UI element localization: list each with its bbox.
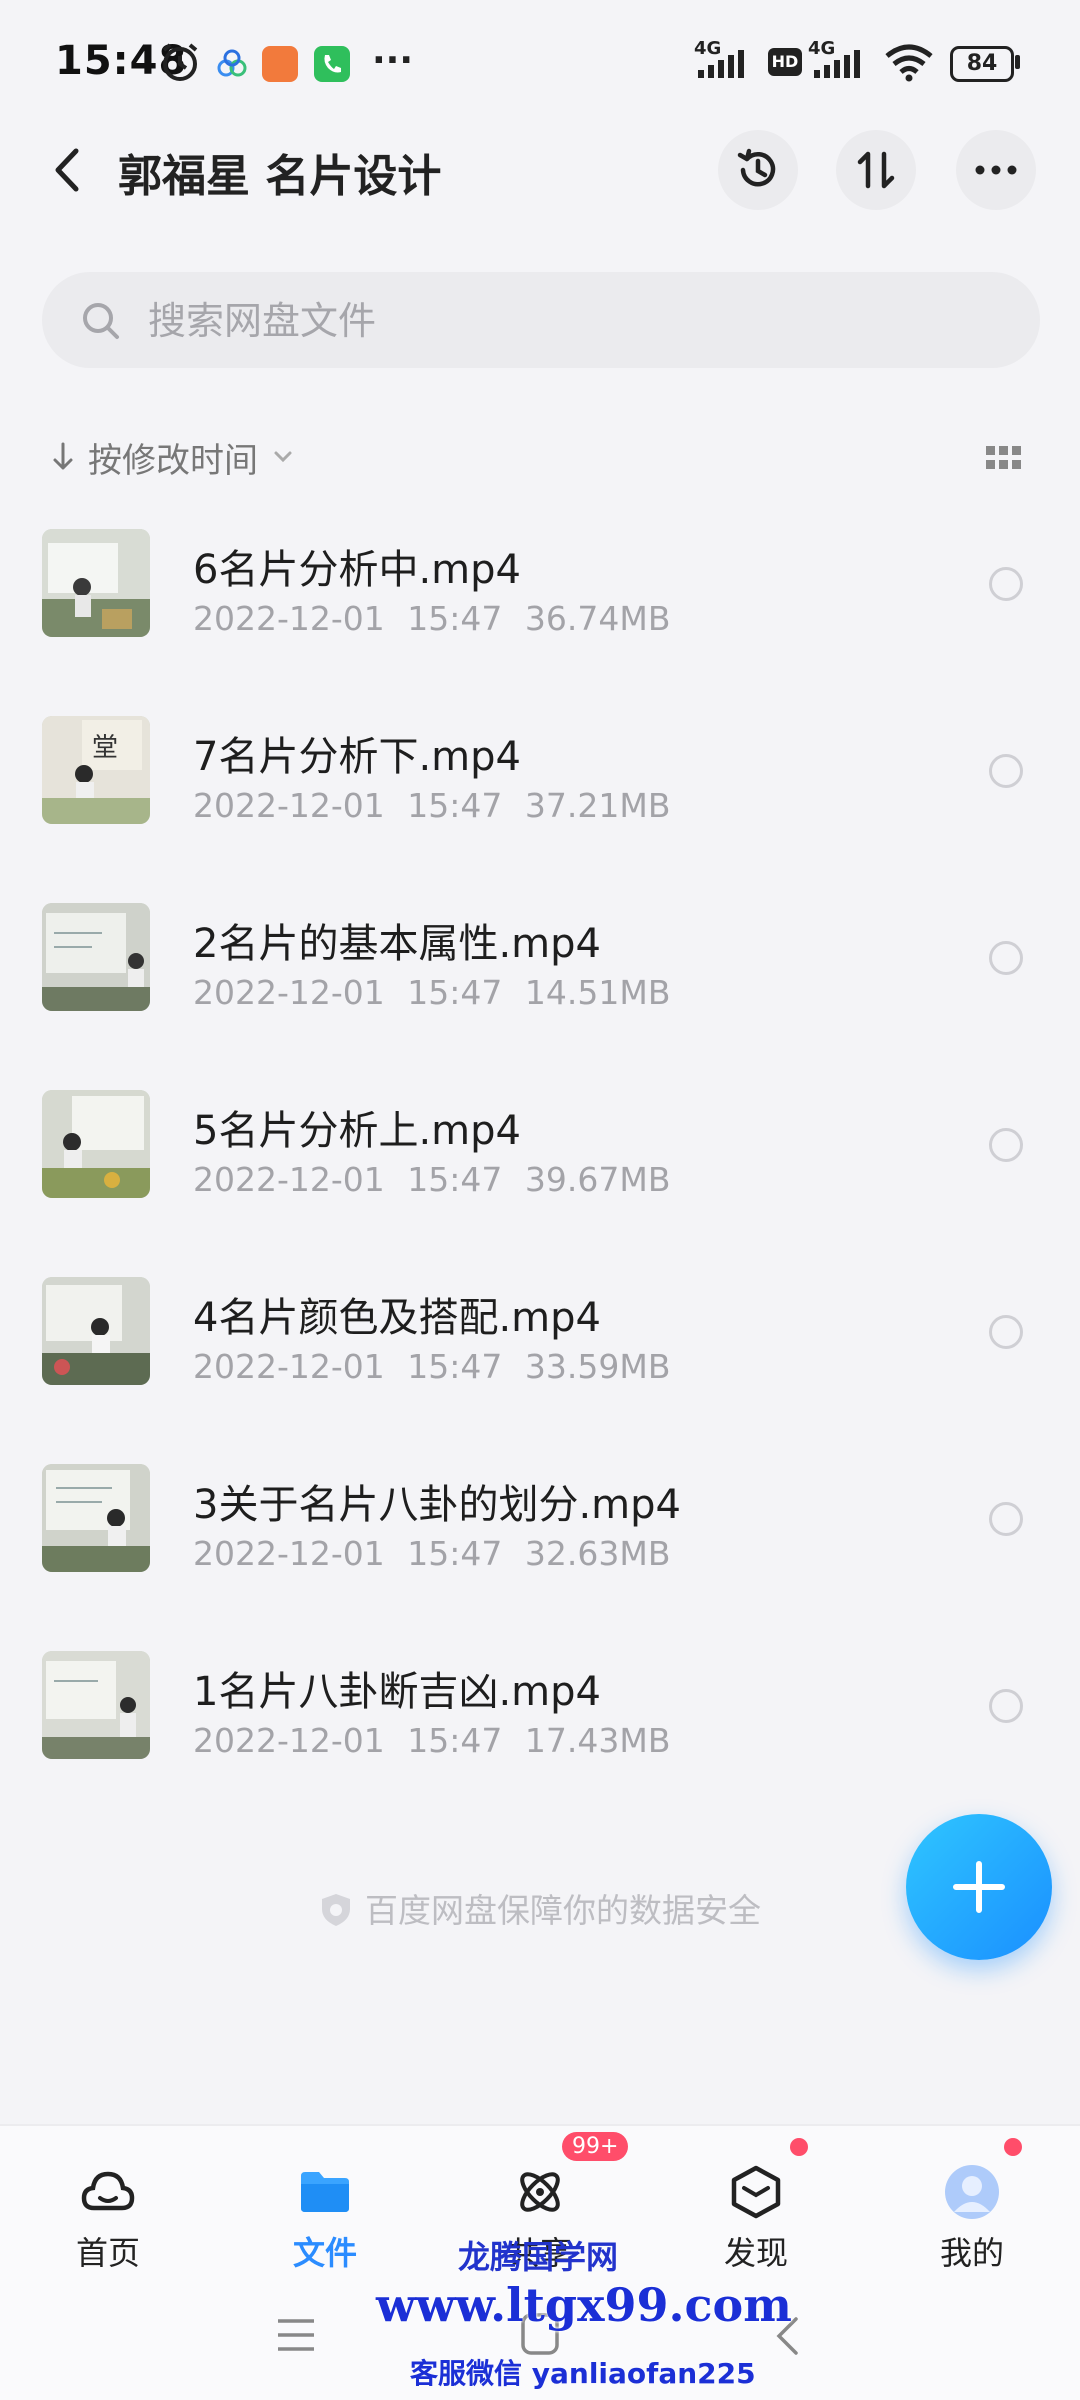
video-thumbnail [42,529,150,637]
video-thumbnail [42,1651,150,1759]
battery-indicator: 84 [950,46,1014,82]
signal2-icon [814,50,860,78]
hd-badge: HD [768,48,802,76]
search-icon [83,303,119,339]
nav-mine[interactable]: 我的 [902,2126,1042,2274]
file-meta: 2022-12-01 15:47 33.59MB [193,1347,671,1386]
file-name: 6名片分析中.mp4 [193,547,521,593]
sort-label: 按修改时间 [88,440,258,481]
cloud-home-icon [81,2171,135,2211]
file-row[interactable]: 1名片八卦断吉凶.mp4 2022-12-01 15:47 17.43MB [0,1629,1080,1816]
history-button[interactable] [718,130,798,210]
file-meta: 2022-12-01 15:47 32.63MB [193,1534,671,1573]
file-name: 1名片八卦断吉凶.mp4 [193,1669,601,1715]
wifi-icon [885,44,933,82]
video-thumbnail [42,1090,150,1198]
history-icon [737,148,776,187]
watermark-line2: www.ltgx99.com [376,2278,792,2332]
file-row[interactable]: 5名片分析上.mp4 2022-12-01 15:47 39.67MB [0,1068,1080,1255]
shield-icon [322,1894,350,1926]
video-thumbnail [42,1277,150,1385]
battery-tip [1015,55,1020,69]
chevron-down-icon [274,451,292,463]
file-row[interactable]: 2名片的基本属性.mp4 2022-12-01 15:47 14.51MB [0,881,1080,1068]
mine-dot [1004,2138,1022,2156]
status-bar: 15:48 ··· 4G HD 4G 84 [0,0,1080,120]
transfer-button[interactable] [836,130,916,210]
folder-icon [301,2172,349,2212]
file-name: 4名片颜色及搭配.mp4 [193,1295,601,1341]
file-name: 7名片分析下.mp4 [193,734,521,780]
sort-selector[interactable]: 按修改时间 [52,432,294,482]
page-title: 郭福星 名片设计 [118,151,442,202]
watermark-line1: 龙腾国学网 [458,2238,619,2276]
signal1-icon [698,50,744,78]
file-name: 2名片的基本属性.mp4 [193,921,601,967]
back-button[interactable] [48,145,88,195]
search-input[interactable] [146,272,1010,370]
nav-files[interactable]: 文件 [255,2126,395,2274]
cloud-app-icon [217,49,247,77]
more-notifications-icon: ··· [372,40,414,81]
video-thumbnail [42,1464,150,1572]
file-name: 5名片分析上.mp4 [193,1108,521,1154]
select-radio[interactable] [989,1315,1023,1349]
discover-dot [790,2138,808,2156]
file-meta: 2022-12-01 15:47 39.67MB [193,1160,671,1199]
file-meta: 2022-12-01 15:47 17.43MB [193,1721,671,1760]
file-row[interactable]: 4名片颜色及搭配.mp4 2022-12-01 15:47 33.59MB [0,1255,1080,1442]
select-radio[interactable] [989,754,1023,788]
video-thumbnail: 堂 [42,716,150,824]
menu-icon[interactable] [276,2318,316,2352]
atom-share-icon [520,2172,560,2212]
taobao-app-icon [262,46,298,82]
search-bar[interactable] [42,272,1040,370]
alarm-icon [162,43,198,81]
cube-discover-icon [731,2165,781,2219]
select-radio[interactable] [989,1502,1023,1536]
select-radio[interactable] [989,941,1023,975]
file-meta: 2022-12-01 15:47 37.21MB [193,786,671,825]
avatar-icon [945,2165,999,2219]
watermark-line3: 客服微信 yanliaofan225 [410,2357,756,2390]
file-name: 3关于名片八卦的划分.mp4 [193,1482,681,1528]
transfer-icon [857,151,895,189]
share-badge: 99+ [562,2132,629,2161]
file-row[interactable]: 6名片分析中.mp4 2022-12-01 15:47 36.74MB [0,507,1080,694]
phone-app-icon [314,46,350,82]
add-button[interactable] [906,1814,1052,1960]
nav-home[interactable]: 首页 [38,2126,178,2274]
file-meta: 2022-12-01 15:47 36.74MB [193,599,671,638]
video-thumbnail [42,903,150,1011]
nav-discover[interactable]: 发现 [686,2126,826,2274]
more-button[interactable] [956,130,1036,210]
select-radio[interactable] [989,1128,1023,1162]
file-row[interactable]: 3关于名片八卦的划分.mp4 2022-12-01 15:47 32.63MB [0,1442,1080,1629]
select-radio[interactable] [989,567,1023,601]
file-row[interactable]: 堂 7名片分析下.mp4 2022-12-01 15:47 37.21MB [0,694,1080,881]
sort-arrow-icon [53,442,73,470]
grid-view-icon[interactable] [986,446,1022,470]
select-radio[interactable] [989,1689,1023,1723]
more-icon [975,165,1017,175]
svg-text:堂: 堂 [92,733,118,763]
file-meta: 2022-12-01 15:47 14.51MB [193,973,671,1012]
plus-icon [953,1861,1005,1913]
